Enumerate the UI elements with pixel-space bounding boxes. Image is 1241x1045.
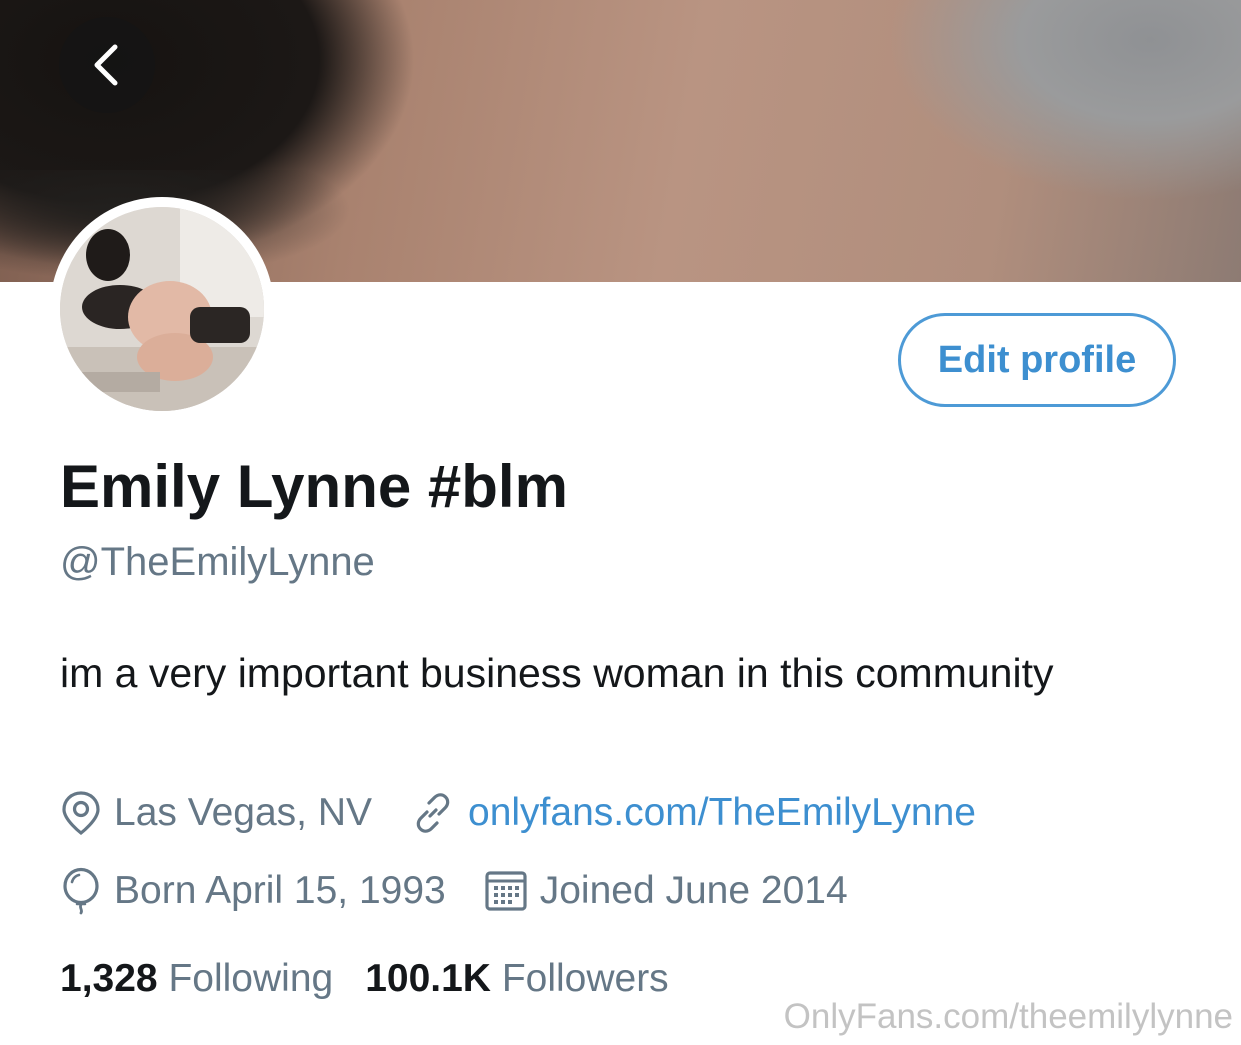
location-item: Las Vegas, NV xyxy=(60,790,372,836)
display-name: Emily Lynne #blm xyxy=(60,453,568,520)
website-item[interactable]: onlyfans.com/TheEmilyLynne xyxy=(410,790,976,836)
balloon-icon xyxy=(63,867,99,915)
profile-bio: im a very important business woman in th… xyxy=(60,650,1054,696)
following-stat[interactable]: 1,328 Following xyxy=(60,957,333,1001)
link-icon xyxy=(416,793,450,833)
follow-stats: 1,328 Following 100.1K Followers xyxy=(60,954,701,1004)
followers-count: 100.1K xyxy=(365,957,491,1000)
location-pin-icon xyxy=(62,791,100,836)
birthday-item: Born April 15, 1993 xyxy=(60,867,446,915)
joined-item: Joined June 2014 xyxy=(484,869,848,913)
profile-meta-row-1: Las Vegas, NV onlyfans.com/TheEmilyLynne xyxy=(60,788,1014,838)
followers-stat[interactable]: 100.1K Followers xyxy=(365,957,668,1001)
followers-label: Followers xyxy=(501,957,669,1000)
following-count: 1,328 xyxy=(60,957,158,1000)
website-link[interactable]: onlyfans.com/TheEmilyLynne xyxy=(468,791,976,835)
edit-profile-label: Edit profile xyxy=(937,338,1137,381)
avatar[interactable] xyxy=(60,207,264,411)
user-handle: @TheEmilyLynne xyxy=(60,540,375,584)
profile-meta-row-2: Born April 15, 1993 Joined June 2014 xyxy=(60,866,886,916)
chevron-left-icon xyxy=(94,44,118,86)
calendar-icon xyxy=(485,871,527,911)
following-label: Following xyxy=(168,957,334,1000)
edit-profile-button[interactable]: Edit profile xyxy=(898,313,1176,407)
location-text: Las Vegas, NV xyxy=(114,791,372,834)
avatar-photo xyxy=(60,207,264,411)
birthday-text: Born April 15, 1993 xyxy=(114,869,446,912)
watermark-text: OnlyFans.com/theemilylynne xyxy=(783,997,1233,1036)
back-button[interactable] xyxy=(59,17,155,113)
joined-text: Joined June 2014 xyxy=(539,869,848,912)
